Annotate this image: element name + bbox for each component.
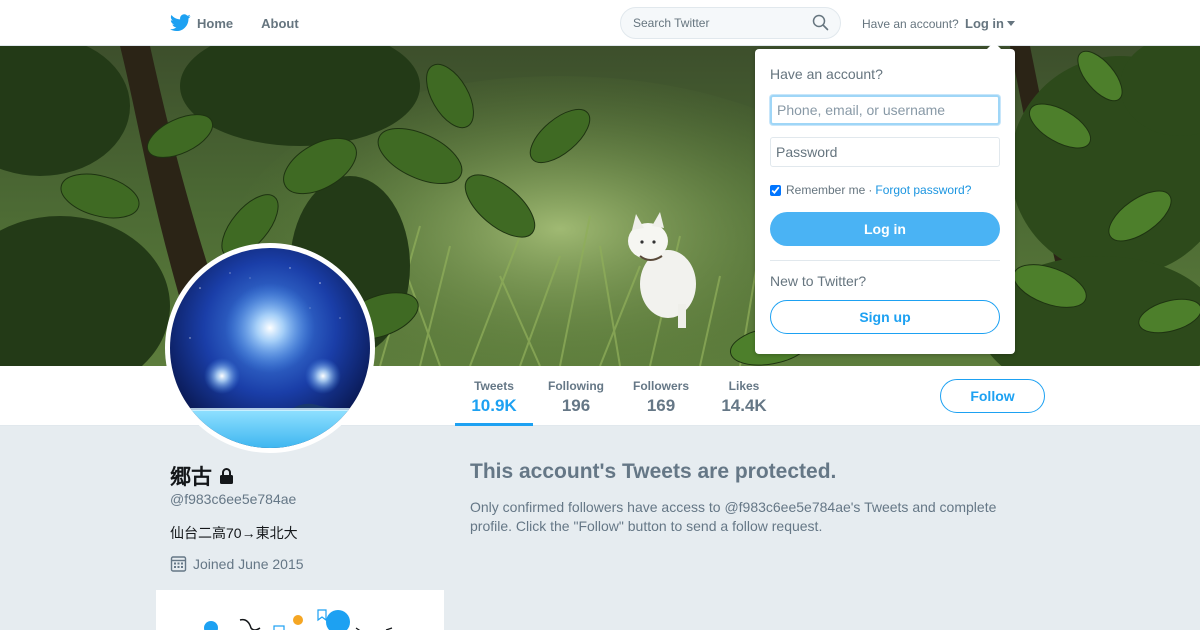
stat-followers-label: Followers xyxy=(632,379,689,393)
stat-likes-value: 14.4K xyxy=(721,396,767,415)
remember-me-row: Remember me · Forgot password? xyxy=(770,183,971,197)
search-icon[interactable] xyxy=(812,14,829,31)
nav-left: Home About xyxy=(170,0,327,46)
login-dropdown-toggle[interactable]: Log in xyxy=(965,16,1015,31)
remember-separator: · xyxy=(868,183,873,197)
profile-handle[interactable]: @f983c6ee5e784ae xyxy=(170,491,296,507)
about-link[interactable]: About xyxy=(261,16,299,31)
login-toggle-label: Log in xyxy=(965,16,1004,31)
protected-title: This account's Tweets are protected. xyxy=(470,460,837,483)
avatar[interactable] xyxy=(165,243,375,453)
profile-name: 郷古 xyxy=(170,461,235,491)
stat-followers[interactable]: Followers 169 xyxy=(628,366,694,426)
remember-me-checkbox[interactable] xyxy=(770,184,781,196)
caret-down-icon xyxy=(1007,21,1015,26)
profile-joined: Joined June 2015 xyxy=(170,555,304,572)
stat-likes[interactable]: Likes 14.4K xyxy=(714,366,774,426)
promo-illustration xyxy=(204,609,393,630)
search-input[interactable] xyxy=(620,7,841,39)
stat-following-label: Following xyxy=(548,379,604,393)
have-account-text: Have an account? xyxy=(862,17,959,31)
profile-joined-text: Joined June 2015 xyxy=(193,555,304,572)
stat-tweets-value: 10.9K xyxy=(471,396,517,415)
stat-tweets[interactable]: Tweets 10.9K xyxy=(455,366,533,426)
twitter-bird-icon xyxy=(170,14,191,32)
login-button[interactable]: Log in xyxy=(770,212,1000,246)
calendar-icon xyxy=(170,556,187,572)
profile-name-text: 郷古 xyxy=(170,466,212,489)
stat-likes-label: Likes xyxy=(728,379,760,393)
login-heading: Have an account? xyxy=(770,66,883,82)
remember-me-label[interactable]: Remember me xyxy=(786,183,865,197)
new-to-twitter-text: New to Twitter? xyxy=(770,273,867,289)
home-label: Home xyxy=(197,15,234,31)
signup-promo-card xyxy=(156,590,444,630)
home-link[interactable]: Home xyxy=(170,14,233,32)
stat-tweets-label: Tweets xyxy=(474,379,514,393)
stat-following-value: 196 xyxy=(561,396,591,415)
avatar-image xyxy=(170,248,370,448)
lock-icon xyxy=(220,468,233,484)
dropdown-divider xyxy=(770,260,1000,261)
username-input[interactable] xyxy=(770,95,1000,125)
login-dropdown: Have an account? Remember me · Forgot pa… xyxy=(755,42,1015,354)
password-input[interactable] xyxy=(770,137,1000,167)
stat-followers-value: 169 xyxy=(646,396,676,415)
dropdown-caret xyxy=(986,42,1002,50)
top-navigation: Home About Have an account? Log in xyxy=(0,0,1200,46)
protected-text: Only confirmed followers have access to … xyxy=(470,499,997,534)
profile-bio: 仙台二高70→東北大 xyxy=(170,525,298,541)
stat-following[interactable]: Following 196 xyxy=(545,366,607,426)
forgot-password-link[interactable]: Forgot password? xyxy=(875,183,971,197)
follow-button[interactable]: Follow xyxy=(940,379,1045,413)
signup-button[interactable]: Sign up xyxy=(770,300,1000,334)
